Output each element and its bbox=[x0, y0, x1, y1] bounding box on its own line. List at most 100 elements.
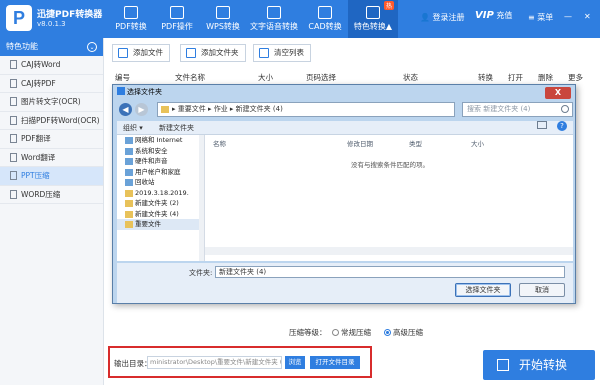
normal-compression-option[interactable]: 常规压缩 bbox=[332, 327, 371, 338]
address-bar[interactable]: ▸ 重要文件 ▸ 作业 ▸ 新建文件夹 (4) bbox=[157, 102, 455, 117]
tree-item-label: 2019.3.18.2019. bbox=[135, 188, 189, 197]
tab-wps-convert[interactable]: WPS转换 bbox=[200, 0, 246, 38]
sidebar-item-pdf-translate[interactable]: PDF翻译 bbox=[0, 130, 103, 149]
sidebar-item-image-ocr[interactable]: 图片转文字(OCR) bbox=[0, 93, 103, 112]
cancel-button[interactable]: 取消 bbox=[519, 283, 565, 297]
recharge-label: 充值 bbox=[496, 11, 513, 20]
add-file-button[interactable]: 添加文件 bbox=[112, 44, 170, 62]
document-icon bbox=[10, 78, 17, 88]
select-folder-dialog: 选择文件夹 X ◀ ▶ ▸ 重要文件 ▸ 作业 ▸ 新建文件夹 (4) 搜索 新… bbox=[112, 84, 576, 304]
tree-item[interactable]: 新建文件夹 (4) bbox=[117, 209, 204, 220]
view-options-icon[interactable] bbox=[537, 121, 547, 129]
folder-tree: 网络和 Internet 系统和安全 硬件和声音 用户帐户和家庭 回收站 201… bbox=[117, 135, 205, 261]
sidebar-item-label: 图片转文字(OCR) bbox=[21, 97, 81, 106]
tree-item-label: 回收站 bbox=[135, 178, 155, 186]
output-dir-label: 输出目录： bbox=[114, 359, 152, 368]
close-button[interactable]: ✕ bbox=[584, 12, 591, 21]
sidebar-item-word-compress[interactable]: WORD压缩 bbox=[0, 186, 103, 204]
list-header-size[interactable]: 大小 bbox=[471, 138, 484, 148]
tree-item[interactable]: 系统和安全 bbox=[117, 146, 204, 157]
list-header-name[interactable]: 名称 bbox=[213, 138, 226, 148]
tab-speech-convert[interactable]: 文字语音转换 bbox=[246, 0, 302, 38]
column-header-convert: 转换 bbox=[478, 73, 493, 82]
normal-compression-label: 常规压缩 bbox=[341, 328, 371, 337]
tree-item[interactable]: 回收站 bbox=[117, 177, 204, 188]
login-label: 登录注册 bbox=[432, 13, 465, 22]
folder-name-row: 文件夹: 新建文件夹 (4) 选择文件夹 取消 bbox=[117, 263, 573, 303]
forward-button[interactable]: ▶ bbox=[135, 103, 148, 116]
folder-icon bbox=[125, 200, 133, 207]
sidebar-header[interactable]: 特色功能 ⌄ bbox=[0, 38, 103, 56]
help-icon[interactable]: ? bbox=[557, 121, 567, 131]
tab-label: 文字语音转换 bbox=[250, 22, 298, 31]
pdf-convert-icon bbox=[124, 6, 138, 19]
menu-icon: ≡ bbox=[528, 13, 535, 22]
tab-pdf-convert[interactable]: PDF转换 bbox=[108, 0, 154, 38]
sidebar-item-word-translate[interactable]: Word翻译 bbox=[0, 149, 103, 167]
user-icon: 👤 bbox=[420, 13, 430, 22]
address-path: ▸ 重要文件 ▸ 作业 ▸ 新建文件夹 (4) bbox=[172, 105, 283, 113]
output-dir-field[interactable]: ministrator\Desktop\重要文件\新建文件夹 (2) bbox=[147, 356, 282, 369]
tab-label: WPS转换 bbox=[206, 22, 240, 31]
sidebar-item-caj-to-pdf[interactable]: CAJ转PDF bbox=[0, 75, 103, 93]
tree-item-label: 用户帐户和家庭 bbox=[135, 167, 181, 176]
feature-icon bbox=[366, 6, 380, 19]
select-folder-button[interactable]: 选择文件夹 bbox=[455, 283, 511, 297]
tab-pdf-operate[interactable]: PDF操作 bbox=[154, 0, 200, 38]
pdf-operate-icon bbox=[170, 6, 184, 19]
tree-item-label: 重要文件 bbox=[135, 220, 161, 228]
new-folder-button[interactable]: 新建文件夹 bbox=[159, 121, 194, 135]
organize-menu[interactable]: 组织 ▾ bbox=[123, 121, 143, 135]
minimize-button[interactable]: — bbox=[564, 12, 572, 21]
convert-icon bbox=[497, 359, 509, 371]
high-compression-option[interactable]: 高级压缩 bbox=[384, 327, 423, 338]
address-row: ◀ ▶ ▸ 重要文件 ▸ 作业 ▸ 新建文件夹 (4) 搜索 新建文件夹 (4) bbox=[117, 102, 573, 118]
sidebar-item-caj-to-word[interactable]: CAJ转Word bbox=[0, 56, 103, 75]
dialog-close-button[interactable]: X bbox=[545, 87, 571, 99]
tab-feature-convert[interactable]: 特色转换▲ 热 bbox=[348, 0, 398, 38]
vip-recharge-link[interactable]: VIP 充值 bbox=[475, 10, 512, 21]
column-header-status: 状态 bbox=[403, 73, 418, 82]
wps-icon bbox=[216, 6, 230, 19]
tree-item-label: 新建文件夹 (2) bbox=[135, 199, 179, 207]
column-header-pages: 页码选择 bbox=[306, 73, 336, 82]
tree-item[interactable]: 新建文件夹 (2) bbox=[117, 198, 204, 209]
search-input[interactable]: 搜索 新建文件夹 (4) bbox=[462, 102, 573, 117]
tree-item-selected[interactable]: 重要文件 bbox=[117, 219, 204, 230]
menu-button[interactable]: ≡ 菜单 bbox=[528, 12, 553, 23]
tree-item[interactable]: 硬件和声音 bbox=[117, 156, 204, 167]
cad-icon bbox=[318, 6, 332, 19]
app-small-icon bbox=[117, 87, 125, 95]
sidebar-item-label: PPT压缩 bbox=[21, 171, 50, 180]
command-bar: 组织 ▾ 新建文件夹 ? bbox=[117, 121, 573, 135]
folder-name-field[interactable]: 新建文件夹 (4) bbox=[215, 266, 565, 278]
back-button[interactable]: ◀ bbox=[119, 103, 132, 116]
tab-label: CAD转换 bbox=[308, 22, 342, 31]
login-link[interactable]: 👤 登录注册 bbox=[420, 12, 465, 23]
speech-icon bbox=[267, 6, 281, 19]
menu-label: 菜单 bbox=[537, 13, 554, 22]
horizontal-scrollbar[interactable] bbox=[205, 247, 573, 255]
tab-cad-convert[interactable]: CAD转换 bbox=[302, 0, 348, 38]
sidebar-item-scan-pdf-ocr[interactable]: 扫描PDF转Word(OCR) bbox=[0, 112, 103, 130]
radio-selected-icon bbox=[384, 329, 391, 336]
list-header-type[interactable]: 类型 bbox=[409, 138, 422, 148]
start-convert-button[interactable]: 开始转换 bbox=[483, 350, 595, 380]
clear-list-button[interactable]: 清空列表 bbox=[253, 44, 311, 62]
sidebar-item-ppt-compress[interactable]: PPT压缩 bbox=[0, 167, 103, 186]
tree-item[interactable]: 网络和 Internet bbox=[117, 135, 204, 146]
browse-button[interactable]: 浏览 bbox=[285, 356, 305, 369]
open-directory-button[interactable]: 打开文件目录 bbox=[310, 356, 360, 369]
column-header-filename: 文件名称 bbox=[175, 73, 205, 82]
list-header-modified[interactable]: 修改日期 bbox=[347, 138, 373, 148]
network-icon bbox=[125, 137, 133, 144]
document-icon bbox=[10, 171, 17, 180]
tree-item[interactable]: 用户帐户和家庭 bbox=[117, 167, 204, 178]
add-folder-label: 添加文件夹 bbox=[201, 48, 239, 57]
tree-item-label: 系统和安全 bbox=[135, 146, 168, 155]
trash-icon bbox=[259, 48, 269, 58]
add-folder-button[interactable]: 添加文件夹 bbox=[180, 44, 246, 62]
chevron-down-icon: ⌄ bbox=[87, 42, 97, 52]
tree-item[interactable]: 2019.3.18.2019. bbox=[117, 188, 204, 199]
high-compression-label: 高级压缩 bbox=[393, 328, 423, 337]
